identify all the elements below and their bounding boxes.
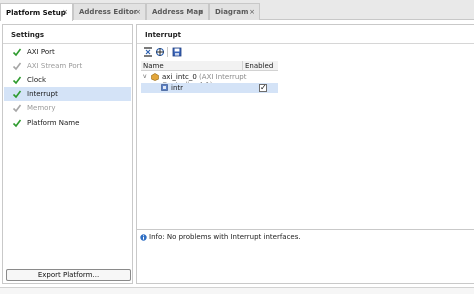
- check-icon: [12, 76, 22, 85]
- settings-item-axi-stream-port[interactable]: AXI Stream Port: [4, 59, 131, 73]
- expand-all-icon[interactable]: [155, 47, 165, 57]
- table-header: Name Enabled: [141, 61, 278, 71]
- tab-address-map[interactable]: Address Map ×: [146, 3, 209, 20]
- close-icon[interactable]: ×: [198, 8, 204, 16]
- divider: [3, 43, 132, 44]
- divider: [137, 43, 474, 44]
- check-icon: [12, 104, 22, 113]
- close-icon[interactable]: ×: [62, 8, 68, 16]
- pin-name: intr: [171, 84, 184, 92]
- status-strip: [0, 287, 474, 294]
- settings-item-label: Platform Name: [27, 119, 80, 127]
- column-header-enabled[interactable]: Enabled: [245, 62, 273, 70]
- export-platform-button[interactable]: Export Platform...: [6, 269, 131, 281]
- settings-item-clock[interactable]: Clock: [4, 73, 131, 87]
- check-icon: [12, 62, 22, 71]
- enabled-checkbox[interactable]: ✓: [259, 83, 267, 92]
- tab-address-editor[interactable]: Address Editor ×: [73, 3, 146, 20]
- close-icon[interactable]: ×: [249, 8, 255, 16]
- close-icon[interactable]: ×: [135, 8, 141, 16]
- settings-item-interrupt[interactable]: Interrupt: [4, 87, 131, 101]
- save-icon[interactable]: [172, 47, 182, 57]
- column-divider[interactable]: [242, 61, 243, 71]
- ip-block-icon: [151, 73, 159, 81]
- info-message: Info: No problems with Interrupt interfa…: [149, 233, 301, 241]
- info-icon: [140, 234, 147, 241]
- tab-label: Diagram: [215, 8, 249, 16]
- check-icon: [12, 48, 22, 57]
- check-icon: [12, 90, 22, 99]
- settings-item-platform-name[interactable]: Platform Name: [4, 116, 131, 130]
- table-row[interactable]: v axi_intc_0 (AXI Interrupt Controller:4…: [141, 72, 278, 89]
- settings-item-axi-port[interactable]: AXI Port: [4, 45, 131, 59]
- settings-item-label: AXI Port: [27, 48, 55, 56]
- tab-label: Platform Setup: [6, 8, 66, 17]
- chevron-down-icon[interactable]: v: [143, 73, 147, 80]
- settings-item-label: Memory: [27, 104, 56, 112]
- messages-divider[interactable]: [137, 229, 474, 230]
- settings-item-label: Interrupt: [27, 90, 58, 98]
- toolbar-separator: [167, 47, 168, 57]
- tab-platform-setup[interactable]: Platform Setup ×: [0, 3, 73, 21]
- settings-item-label: Clock: [27, 76, 47, 84]
- tab-diagram[interactable]: Diagram ×: [209, 3, 260, 20]
- settings-title: Settings: [11, 31, 45, 39]
- tab-label: Address Editor: [79, 8, 138, 16]
- ip-instance-name: axi_intc_0: [162, 73, 197, 81]
- settings-item-memory[interactable]: Memory: [4, 101, 131, 115]
- check-icon: [12, 119, 22, 128]
- interrupt-title: Interrupt: [145, 31, 181, 39]
- checkbox-checkmark: ✓: [260, 83, 267, 92]
- collapse-all-icon[interactable]: [143, 47, 153, 57]
- interrupt-panel: Interrupt Name Enabled v axi_intc_0 (AXI…: [136, 24, 474, 284]
- settings-panel: Settings AXI Port AXI Stream Port Clock …: [2, 24, 133, 284]
- table-row[interactable]: intr ✓: [141, 83, 278, 93]
- interrupt-pin-icon: [161, 84, 168, 91]
- settings-item-label: AXI Stream Port: [27, 62, 83, 70]
- editor-tab-bar: Platform Setup × Address Editor × Addres…: [0, 0, 474, 21]
- column-header-name[interactable]: Name: [143, 62, 164, 70]
- tab-label: Address Map: [152, 8, 204, 16]
